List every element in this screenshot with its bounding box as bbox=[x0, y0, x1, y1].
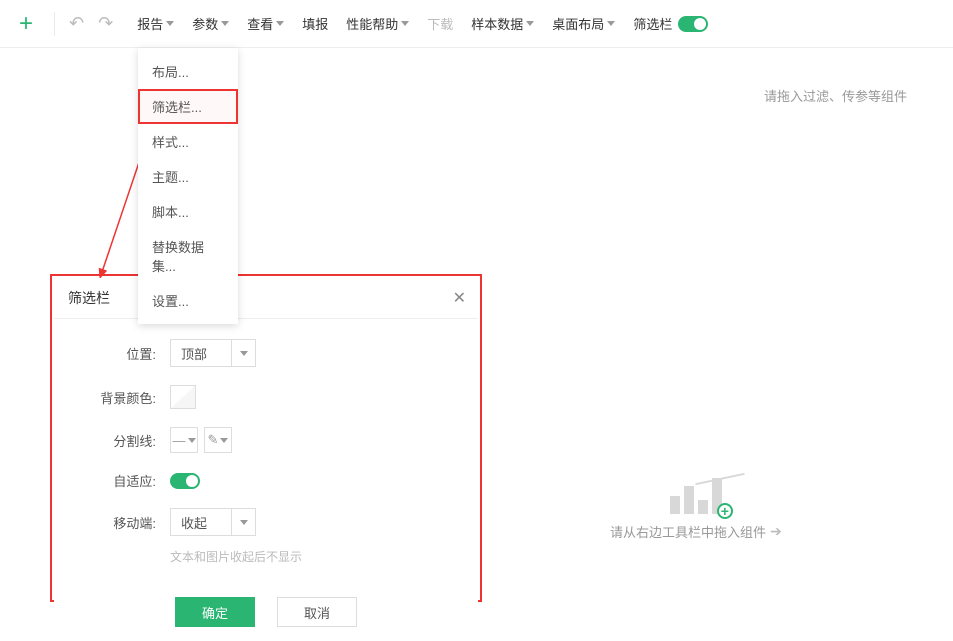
close-icon[interactable]: ✕ bbox=[453, 288, 466, 308]
menu-label: 筛选栏 bbox=[633, 14, 672, 33]
menu-param[interactable]: 参数 bbox=[192, 14, 229, 33]
position-select[interactable]: 顶部 bbox=[170, 339, 256, 367]
chart-line-icon bbox=[670, 470, 720, 490]
dialog-title: 筛选栏 bbox=[68, 288, 110, 308]
toggle-knob bbox=[694, 18, 706, 30]
chevron-down-icon bbox=[231, 508, 255, 536]
canvas-hint-text: 请从右边工具栏中拖入组件 bbox=[610, 522, 766, 541]
position-value: 顶部 bbox=[171, 344, 231, 363]
menu-perf[interactable]: 性能帮助 bbox=[346, 14, 409, 33]
menu-label: 查看 bbox=[247, 14, 273, 33]
canvas-placeholder: 请从右边工具栏中拖入组件 ➔ bbox=[610, 470, 782, 541]
arrow-right-icon: ➔ bbox=[770, 523, 782, 540]
menu-sample[interactable]: 样本数据 bbox=[471, 14, 534, 33]
chevron-down-icon bbox=[188, 438, 196, 443]
chevron-down-icon bbox=[231, 339, 255, 367]
chevron-down-icon bbox=[221, 21, 229, 26]
dropdown-item-theme[interactable]: 主题... bbox=[138, 159, 238, 194]
menu-fill-report[interactable]: 填报 bbox=[302, 14, 328, 33]
divider bbox=[54, 12, 55, 36]
mobile-hint: 文本和图片收起后不显示 bbox=[170, 548, 448, 565]
label-adaptive: 自适应: bbox=[84, 471, 170, 490]
dropdown-item-script[interactable]: 脚本... bbox=[138, 194, 238, 229]
label-position: 位置: bbox=[84, 344, 170, 363]
menu-desktop-layout[interactable]: 桌面布局 bbox=[552, 14, 615, 33]
label-divider: 分割线: bbox=[84, 431, 170, 450]
report-dropdown: 布局... 筛选栏... 样式... 主题... 脚本... 替换数据集... … bbox=[138, 48, 238, 324]
menu-label: 桌面布局 bbox=[552, 14, 604, 33]
chevron-down-icon bbox=[220, 438, 228, 443]
divider-brush-picker[interactable]: ✎ bbox=[204, 427, 232, 453]
chart-placeholder-icon bbox=[666, 470, 726, 514]
chart-bar bbox=[670, 496, 680, 514]
chevron-down-icon bbox=[166, 21, 174, 26]
undo-icon[interactable]: ↶ bbox=[69, 13, 84, 34]
filter-bar-toggle[interactable] bbox=[678, 16, 708, 32]
dropdown-item-settings[interactable]: 设置... bbox=[138, 283, 238, 318]
dropdown-item-layout[interactable]: 布局... bbox=[138, 54, 238, 89]
adaptive-toggle[interactable] bbox=[170, 473, 200, 489]
chart-bar bbox=[698, 500, 708, 514]
menu-label: 下载 bbox=[427, 14, 453, 33]
menu-label: 填报 bbox=[302, 14, 328, 33]
chevron-down-icon bbox=[607, 21, 615, 26]
mobile-value: 收起 bbox=[171, 513, 231, 532]
ok-button[interactable]: 确定 bbox=[175, 597, 255, 627]
divider-style-picker[interactable]: — bbox=[170, 427, 198, 453]
dropdown-item-style[interactable]: 样式... bbox=[138, 124, 238, 159]
label-mobile: 移动端: bbox=[84, 513, 170, 532]
menu-label: 报告 bbox=[137, 14, 163, 33]
label-bg-color: 背景颜色: bbox=[84, 388, 170, 407]
brush-icon: ✎ bbox=[208, 432, 219, 448]
redo-icon[interactable]: ↷ bbox=[98, 13, 113, 34]
menu-filter-bar[interactable]: 筛选栏 bbox=[633, 14, 708, 33]
cancel-button[interactable]: 取消 bbox=[277, 597, 357, 627]
bg-color-picker[interactable] bbox=[170, 385, 196, 409]
dropdown-item-replace-ds[interactable]: 替换数据集... bbox=[138, 229, 238, 283]
filter-bar-dialog: 筛选栏 ✕ 位置: 顶部 背景颜色: 分割线: — ✎ bbox=[54, 278, 478, 641]
add-button[interactable]: + bbox=[12, 10, 40, 38]
dropdown-item-filter-bar[interactable]: 筛选栏... bbox=[138, 89, 238, 124]
menu-report[interactable]: 报告 bbox=[137, 14, 174, 33]
mobile-select[interactable]: 收起 bbox=[170, 508, 256, 536]
menu-label: 性能帮助 bbox=[346, 14, 398, 33]
menu-download: 下载 bbox=[427, 14, 453, 33]
menu-label: 样本数据 bbox=[471, 14, 523, 33]
menu-label: 参数 bbox=[192, 14, 218, 33]
menu-view[interactable]: 查看 bbox=[247, 14, 284, 33]
chevron-down-icon bbox=[401, 21, 409, 26]
toggle-knob bbox=[186, 475, 198, 487]
add-chart-icon bbox=[717, 503, 733, 519]
chart-bar bbox=[684, 486, 694, 514]
line-style-icon: — bbox=[173, 433, 186, 448]
chevron-down-icon bbox=[276, 21, 284, 26]
chevron-down-icon bbox=[526, 21, 534, 26]
drop-hint: 请拖入过滤、传参等组件 bbox=[764, 86, 907, 105]
